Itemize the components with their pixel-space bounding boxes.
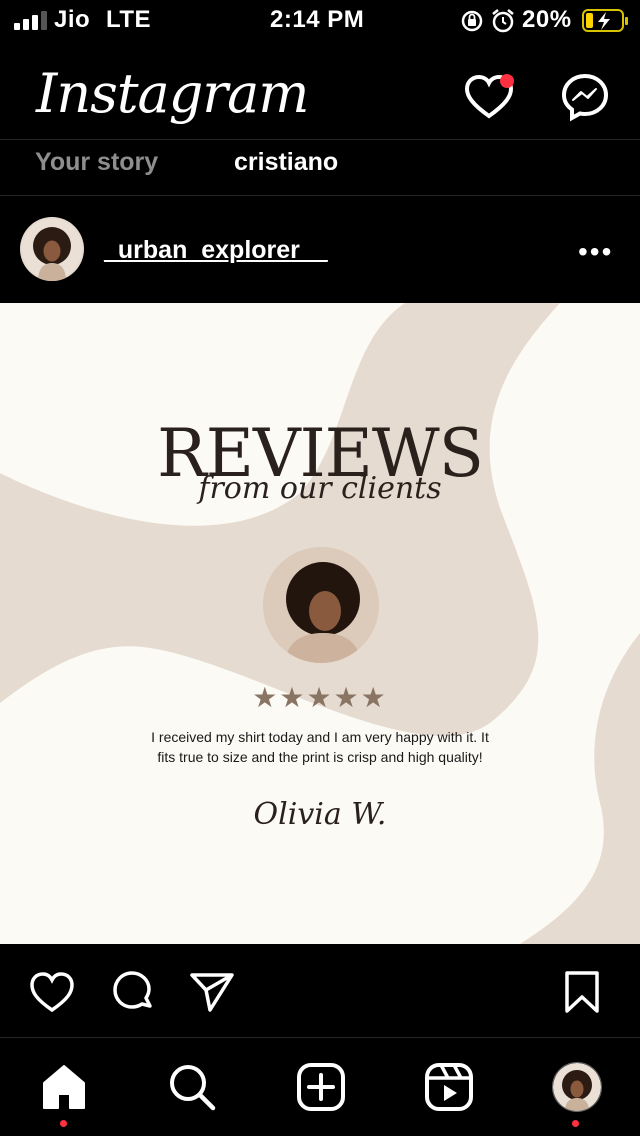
reviewer-photo xyxy=(263,547,379,663)
nav-create[interactable] xyxy=(296,1062,346,1112)
header-divider xyxy=(0,139,640,140)
like-button[interactable] xyxy=(28,968,76,1016)
profile-notification-dot xyxy=(572,1120,579,1127)
story-cristiano[interactable]: cristiano xyxy=(234,148,338,177)
home-icon xyxy=(43,1065,85,1109)
status-bar: Jio LTE 2:14 PM 20% xyxy=(0,0,640,42)
save-button[interactable] xyxy=(558,968,606,1016)
instagram-logo: Instagram xyxy=(36,62,309,125)
more-options-button[interactable]: ••• xyxy=(578,236,613,268)
bookmark-icon xyxy=(565,971,599,1013)
stories-divider xyxy=(0,195,640,196)
author-avatar[interactable] xyxy=(20,217,84,281)
create-icon xyxy=(297,1063,345,1111)
nav-reels[interactable] xyxy=(424,1062,474,1112)
nav-profile-avatar[interactable] xyxy=(552,1062,602,1112)
signal-icon xyxy=(14,11,47,30)
rating-stars: ★★★★★ xyxy=(252,682,388,713)
share-icon xyxy=(190,973,234,1012)
nav-home[interactable] xyxy=(39,1062,89,1112)
messenger-icon xyxy=(561,73,609,122)
clock: 2:14 PM xyxy=(270,6,365,33)
comment-icon xyxy=(113,971,152,1009)
alarm-icon xyxy=(492,9,514,33)
share-button[interactable] xyxy=(188,968,236,1016)
battery-icon xyxy=(582,9,628,32)
review-text: I received my shirt today and I am very … xyxy=(151,729,489,765)
author-username[interactable]: _urban_explorer__ xyxy=(104,236,328,265)
reviews-subheading: from our clients xyxy=(198,471,442,506)
notification-dot xyxy=(500,74,514,88)
heart-icon xyxy=(30,972,74,1013)
activity-button[interactable] xyxy=(462,70,516,124)
nav-divider xyxy=(0,1037,640,1038)
reviewer-signature: Olivia W. xyxy=(253,797,387,832)
post-image[interactable]: REVIEWS from our clients ★★★★★ I receive… xyxy=(0,303,640,944)
search-icon xyxy=(170,1065,216,1111)
home-active-dot xyxy=(60,1120,67,1127)
battery-percent: 20% xyxy=(522,6,572,33)
messenger-button[interactable] xyxy=(560,72,610,122)
nav-search[interactable] xyxy=(167,1062,217,1112)
rotation-lock-icon xyxy=(461,10,483,32)
network-label: LTE xyxy=(106,6,152,33)
reels-icon xyxy=(425,1063,473,1111)
comment-button[interactable] xyxy=(108,968,156,1016)
carrier-label: Jio xyxy=(54,6,91,33)
story-your-story[interactable]: Your story xyxy=(35,148,158,177)
